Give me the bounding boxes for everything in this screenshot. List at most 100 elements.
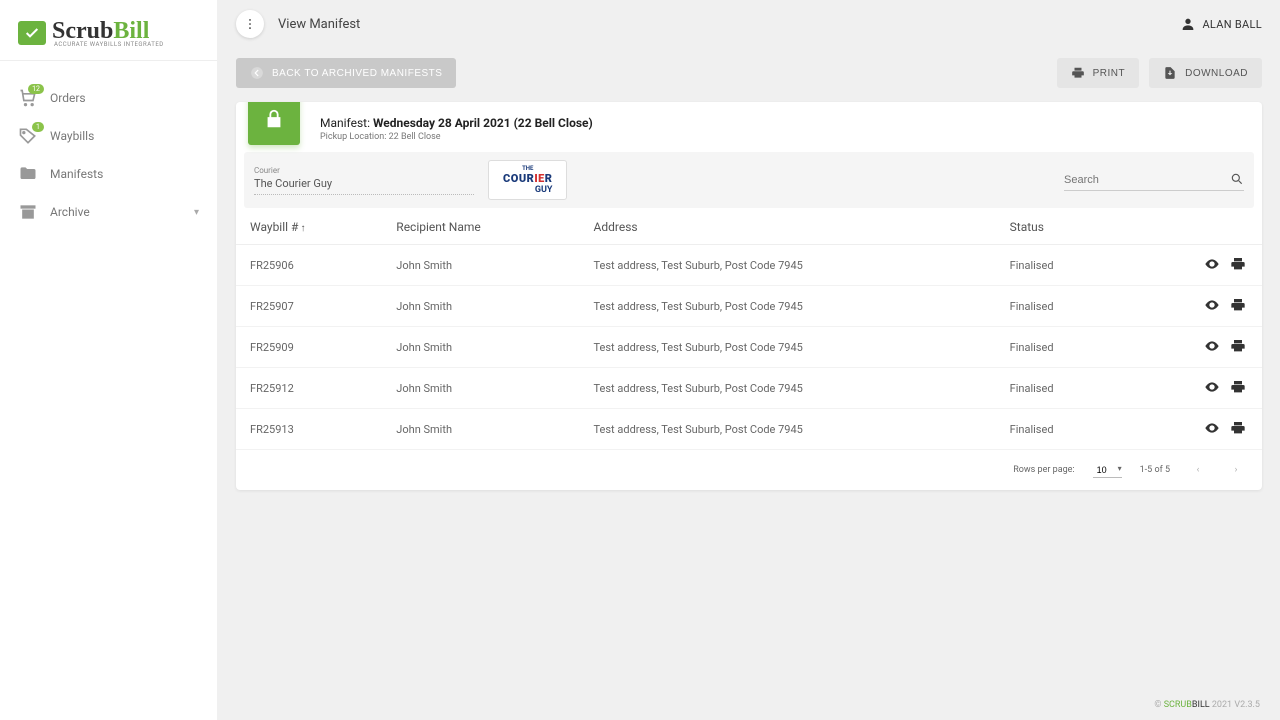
- print-row-button[interactable]: [1228, 255, 1248, 275]
- rows-per-page-label: Rows per page:: [1013, 465, 1074, 475]
- footer: © SCRUBBILL 2021 V2.3.5: [218, 690, 1280, 720]
- table-row: FR25909John SmithTest address, Test Subu…: [236, 327, 1262, 368]
- waybills-badge: 1: [32, 122, 44, 132]
- toolbar: BACK TO ARCHIVED MANIFESTS PRINT DOWNLOA…: [218, 48, 1280, 88]
- cell-recipient: John Smith: [382, 286, 579, 327]
- pagination-range: 1-5 of 5: [1140, 465, 1170, 475]
- cell-waybill: FR25907: [236, 286, 382, 327]
- sidebar-item-manifests[interactable]: Manifests: [0, 155, 217, 193]
- person-icon: [1180, 16, 1196, 32]
- courier-label: Courier: [254, 166, 474, 175]
- download-button-label: DOWNLOAD: [1185, 68, 1248, 79]
- print-icon: [1230, 420, 1246, 439]
- user-name: ALAN BALL: [1202, 18, 1262, 31]
- cell-address: Test address, Test Suburb, Post Code 794…: [580, 245, 996, 286]
- table-row: FR25907John SmithTest address, Test Subu…: [236, 286, 1262, 327]
- sidebar-item-label: Orders: [50, 91, 86, 105]
- search-field[interactable]: [1064, 170, 1244, 191]
- print-row-button[interactable]: [1228, 296, 1248, 316]
- cart-icon: 12: [18, 88, 38, 108]
- print-icon: [1230, 379, 1246, 398]
- cell-recipient: John Smith: [382, 245, 579, 286]
- eye-icon: [1204, 379, 1220, 398]
- search-icon: [1230, 172, 1244, 186]
- cell-status: Finalised: [996, 327, 1122, 368]
- view-row-button[interactable]: [1202, 378, 1222, 398]
- table-row: FR25912John SmithTest address, Test Subu…: [236, 368, 1262, 409]
- col-recipient[interactable]: Recipient Name: [382, 208, 579, 245]
- print-row-button[interactable]: [1228, 378, 1248, 398]
- logo-mark: [18, 21, 46, 45]
- next-page-button[interactable]: ›: [1226, 460, 1246, 480]
- prev-page-button[interactable]: ‹: [1188, 460, 1208, 480]
- print-button[interactable]: PRINT: [1057, 58, 1140, 88]
- sidebar-item-archive[interactable]: Archive ▾: [0, 193, 217, 231]
- courier-value: The Courier Guy: [254, 175, 474, 195]
- cell-recipient: John Smith: [382, 327, 579, 368]
- cell-status: Finalised: [996, 368, 1122, 409]
- user-menu[interactable]: ALAN BALL: [1180, 16, 1262, 32]
- view-row-button[interactable]: [1202, 255, 1222, 275]
- cell-status: Finalised: [996, 286, 1122, 327]
- brand-tagline: ACCURATE WAYBILLS INTEGRATED: [54, 41, 164, 48]
- table-row: FR25906John SmithTest address, Test Subu…: [236, 245, 1262, 286]
- sidebar-item-waybills[interactable]: 1 Waybills: [0, 117, 217, 155]
- sidebar-item-label: Waybills: [50, 129, 94, 143]
- courier-field[interactable]: Courier The Courier Guy: [254, 166, 474, 195]
- print-row-button[interactable]: [1228, 337, 1248, 357]
- eye-icon: [1204, 420, 1220, 439]
- cell-address: Test address, Test Suburb, Post Code 794…: [580, 409, 996, 450]
- col-address[interactable]: Address: [580, 208, 996, 245]
- chevron-down-icon: ▾: [194, 207, 199, 218]
- sort-asc-icon: ↑: [300, 223, 305, 234]
- rows-per-page-select[interactable]: 10: [1093, 463, 1122, 478]
- eye-icon: [1204, 256, 1220, 275]
- eye-icon: [1204, 297, 1220, 316]
- manifest-card: Manifest: Wednesday 28 April 2021 (22 Be…: [236, 102, 1262, 490]
- topbar: View Manifest ALAN BALL: [218, 0, 1280, 48]
- view-row-button[interactable]: [1202, 337, 1222, 357]
- cell-waybill: FR25912: [236, 368, 382, 409]
- print-button-label: PRINT: [1093, 68, 1126, 79]
- nav: 12 Orders 1 Waybills Manifests: [0, 61, 217, 231]
- cell-waybill: FR25913: [236, 409, 382, 450]
- print-icon: [1230, 338, 1246, 357]
- folder-icon: [18, 164, 38, 184]
- manifest-title: Manifest: Wednesday 28 April 2021 (22 Be…: [320, 116, 593, 130]
- sidebar: ScrubBill ACCURATE WAYBILLS INTEGRATED 1…: [0, 0, 218, 720]
- download-button[interactable]: DOWNLOAD: [1149, 58, 1262, 88]
- sidebar-item-label: Archive: [50, 205, 90, 219]
- search-input[interactable]: [1064, 170, 1244, 191]
- view-row-button[interactable]: [1202, 296, 1222, 316]
- sidebar-item-orders[interactable]: 12 Orders: [0, 79, 217, 117]
- cell-status: Finalised: [996, 409, 1122, 450]
- main: View Manifest ALAN BALL BACK TO ARCHIVED…: [218, 0, 1280, 720]
- table-row: FR25913John SmithTest address, Test Subu…: [236, 409, 1262, 450]
- courier-logo: THE COURIER GUY: [488, 160, 567, 200]
- sidebar-item-label: Manifests: [50, 167, 103, 181]
- col-waybill[interactable]: Waybill #↑: [236, 208, 382, 245]
- eye-icon: [1204, 338, 1220, 357]
- archive-icon: [18, 202, 38, 222]
- manifest-header: Manifest: Wednesday 28 April 2021 (22 Be…: [236, 102, 1262, 152]
- page-title: View Manifest: [278, 17, 360, 32]
- arrow-left-circle-icon: [250, 66, 264, 80]
- more-menu-button[interactable]: [236, 10, 264, 38]
- view-row-button[interactable]: [1202, 419, 1222, 439]
- back-button[interactable]: BACK TO ARCHIVED MANIFESTS: [236, 58, 456, 88]
- cell-waybill: FR25906: [236, 245, 382, 286]
- print-row-button[interactable]: [1228, 419, 1248, 439]
- back-button-label: BACK TO ARCHIVED MANIFESTS: [272, 68, 442, 79]
- lock-chip: [248, 102, 300, 145]
- lock-icon: [263, 108, 285, 130]
- tag-icon: 1: [18, 126, 38, 146]
- cell-waybill: FR25909: [236, 327, 382, 368]
- print-icon: [1230, 256, 1246, 275]
- print-icon: [1071, 66, 1085, 80]
- col-status[interactable]: Status: [996, 208, 1122, 245]
- pagination: Rows per page: 10 1-5 of 5 ‹ ›: [236, 450, 1262, 490]
- print-icon: [1230, 297, 1246, 316]
- download-icon: [1163, 66, 1177, 80]
- cell-recipient: John Smith: [382, 409, 579, 450]
- cell-recipient: John Smith: [382, 368, 579, 409]
